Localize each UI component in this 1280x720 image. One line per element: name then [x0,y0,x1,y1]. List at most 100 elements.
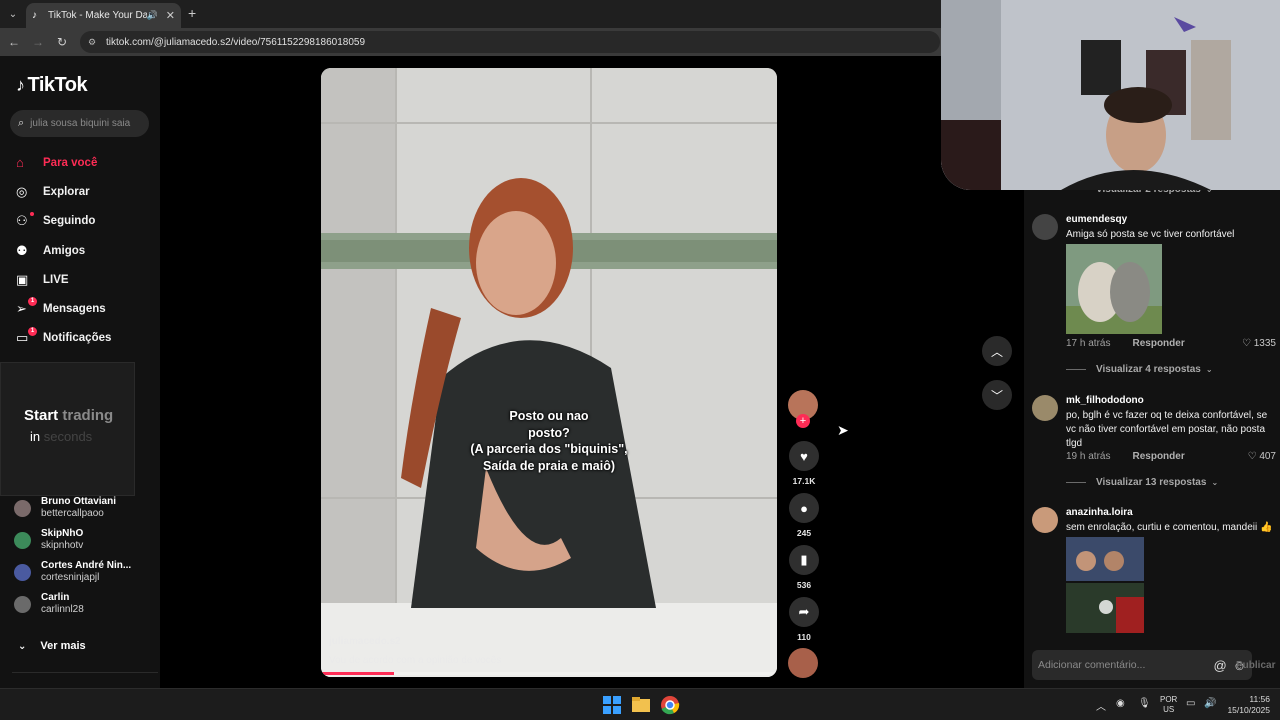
chevron-down-icon: ⌄ [18,640,27,652]
input-language[interactable]: POR US [1160,695,1177,715]
next-video-avatar[interactable] [788,648,818,678]
comment-time: 19 h atrás [1066,451,1111,462]
sidebar-item-mensagens[interactable]: ➢ 1 Mensagens [16,294,111,323]
network-icon[interactable]: ▭ [1186,698,1195,709]
sidebar-item-live[interactable]: ▣ LIVE [16,265,111,294]
forward-icon[interactable]: → [30,34,46,50]
comment-input-box[interactable]: @ ☺ [1032,650,1252,680]
comment-sticker-image[interactable] [1066,244,1162,334]
close-tab-icon[interactable]: ✕ [166,9,175,22]
video-author[interactable]: juliamacedo.s2 [329,636,401,647]
avatar[interactable] [1032,507,1058,533]
divider [12,672,158,673]
like-button[interactable]: ♥ [789,441,819,471]
reload-icon[interactable]: ↻ [54,34,70,50]
notifications-badge: 1 [28,326,37,336]
share-button[interactable]: ➦ [789,597,819,627]
next-video-button[interactable]: ﹀ [982,380,1012,410]
browser-tab[interactable]: ♪ TikTok - Make Your Day 🔊 ✕ [26,3,181,28]
tiktok-logo[interactable]: ♪ TikTok [16,74,88,97]
avatar[interactable] [1032,395,1058,421]
comment-button[interactable]: ● [789,493,819,523]
sidebar-item-label: Explorar [43,185,90,198]
avatar[interactable] [1032,214,1058,240]
comment-text: po, bglh é vc fazer oq te deixa confortá… [1066,410,1268,449]
comment-meta: 17 h atrás Responder ♡ 1335 [1066,338,1276,349]
sidebar-item-label: LIVE [43,273,69,286]
comment-user[interactable]: eumendesqy [1066,214,1127,225]
new-tab-button[interactable]: + [188,5,196,21]
reply-button[interactable]: Responder [1132,338,1184,349]
chrome-icon[interactable] [660,695,680,715]
sidebar-item-label: Notificações [43,332,112,345]
sidebar-item-amigos[interactable]: ⚉ Amigos [16,236,111,265]
file-explorer-icon[interactable] [631,695,651,715]
view-replies-button[interactable]: Visualizar 13 respostas ⌄ [1066,477,1218,488]
search-input[interactable] [30,118,141,129]
avatar [14,499,31,517]
comment-input[interactable] [1038,659,1214,671]
ad-headline: Start trading [24,407,113,424]
account-handle: skipnhotv [41,540,84,551]
logo-text: TikTok [27,74,88,96]
view-replies-button[interactable]: Visualizar 4 respostas ⌄ [1066,364,1213,375]
sidebar-nav: ⌂ Para você ◎ Explorar ⚇ Seguindo ⚉ Amig… [16,148,111,353]
previous-video-button[interactable]: ︿ [982,336,1012,366]
follow-plus-icon[interactable]: + [796,414,810,428]
tab-title: TikTok - Make Your Day [48,10,147,21]
sidebar-item-label: Mensagens [43,303,106,316]
video-progress-bar[interactable] [321,672,777,675]
account-handle: bettercallpaoo [41,508,104,519]
sidebar-item-seguindo[interactable]: ⚇ Seguindo [16,207,111,236]
site-info-icon[interactable]: ⚙ [88,37,100,47]
keyboard-layout: US [1163,705,1175,714]
following-list: Bruno Ottaviani bettercallpaoo SkipNhO ski… [14,492,131,620]
search-box[interactable]: ⌕ [10,110,149,137]
volume-icon[interactable]: 🔊 [1204,698,1216,709]
reply-button[interactable]: Responder [1132,451,1184,462]
comment-meta: 19 h atrás Responder ♡ 407 [1066,451,1276,462]
comment-user[interactable]: mk_filhododono [1066,395,1144,406]
address-bar[interactable]: ⚙ tiktok.com/@juliamacedo.s2/video/75611… [80,31,940,53]
tab-search-button[interactable]: ⌄ [4,5,22,23]
following-account[interactable]: Bruno Ottaviani bettercallpaoo [14,492,131,524]
post-comment-button[interactable]: Publicar [1236,660,1275,671]
heart-icon: ♥ [800,448,808,464]
avatar [14,531,31,549]
comment-time: 17 h atrás [1066,338,1111,349]
friends-icon: ⚉ [16,242,28,258]
following-account[interactable]: Carlin carlinnl28 [14,588,131,620]
caption-line: posto? [528,425,570,440]
tiktok-note-icon: ♪ [16,75,25,95]
back-icon[interactable]: ← [6,34,22,50]
sidebar-item-notificacoes[interactable]: ▭ 1 Notificações [16,324,111,353]
tray-overflow-icon[interactable]: ︿ [1096,698,1106,713]
following-account[interactable]: SkipNhO skipnhotv [14,524,131,556]
comment-photo-collage[interactable] [1066,537,1144,633]
following-icon: ⚇ [16,213,28,229]
discord-icon[interactable]: ◉ [1116,698,1125,709]
caption-line: Posto ou nao [509,409,589,423]
comment-like-button[interactable]: ♡ 1335 [1242,338,1276,349]
sidebar-item-para-voce[interactable]: ⌂ Para você [16,148,111,177]
comment-user[interactable]: anazinha.loira [1066,507,1133,518]
trading-ad-banner[interactable]: Start trading in seconds [0,362,135,496]
mouse-cursor-icon: ➤ [837,422,849,438]
save-button[interactable]: ▮ [789,545,819,575]
speaker-icon[interactable]: 🔊 [147,10,158,21]
windows-start-icon[interactable] [602,695,622,715]
see-more-label: Ver mais [40,640,86,652]
sidebar-item-explorar[interactable]: ◎ Explorar [16,177,111,206]
video-frame [321,68,777,677]
microphone-icon[interactable]: 🎙 [1138,698,1151,709]
video-player[interactable]: Posto ou nao posto? (A parceria dos "biq… [321,68,777,677]
view-replies-label: Visualizar 13 respostas [1096,477,1207,488]
comment-like-button[interactable]: ♡ 407 [1248,451,1276,462]
divider [1066,482,1086,483]
following-account[interactable]: Cortes André Nin... cortesninjapjl [14,556,131,588]
mention-icon[interactable]: @ [1214,658,1227,673]
see-more-button[interactable]: ⌄ Ver mais [18,640,86,652]
comment-like-count: 1335 [1253,338,1276,349]
system-clock[interactable]: 11:56 15/10/2025 [1226,694,1270,716]
avatar [14,563,31,581]
